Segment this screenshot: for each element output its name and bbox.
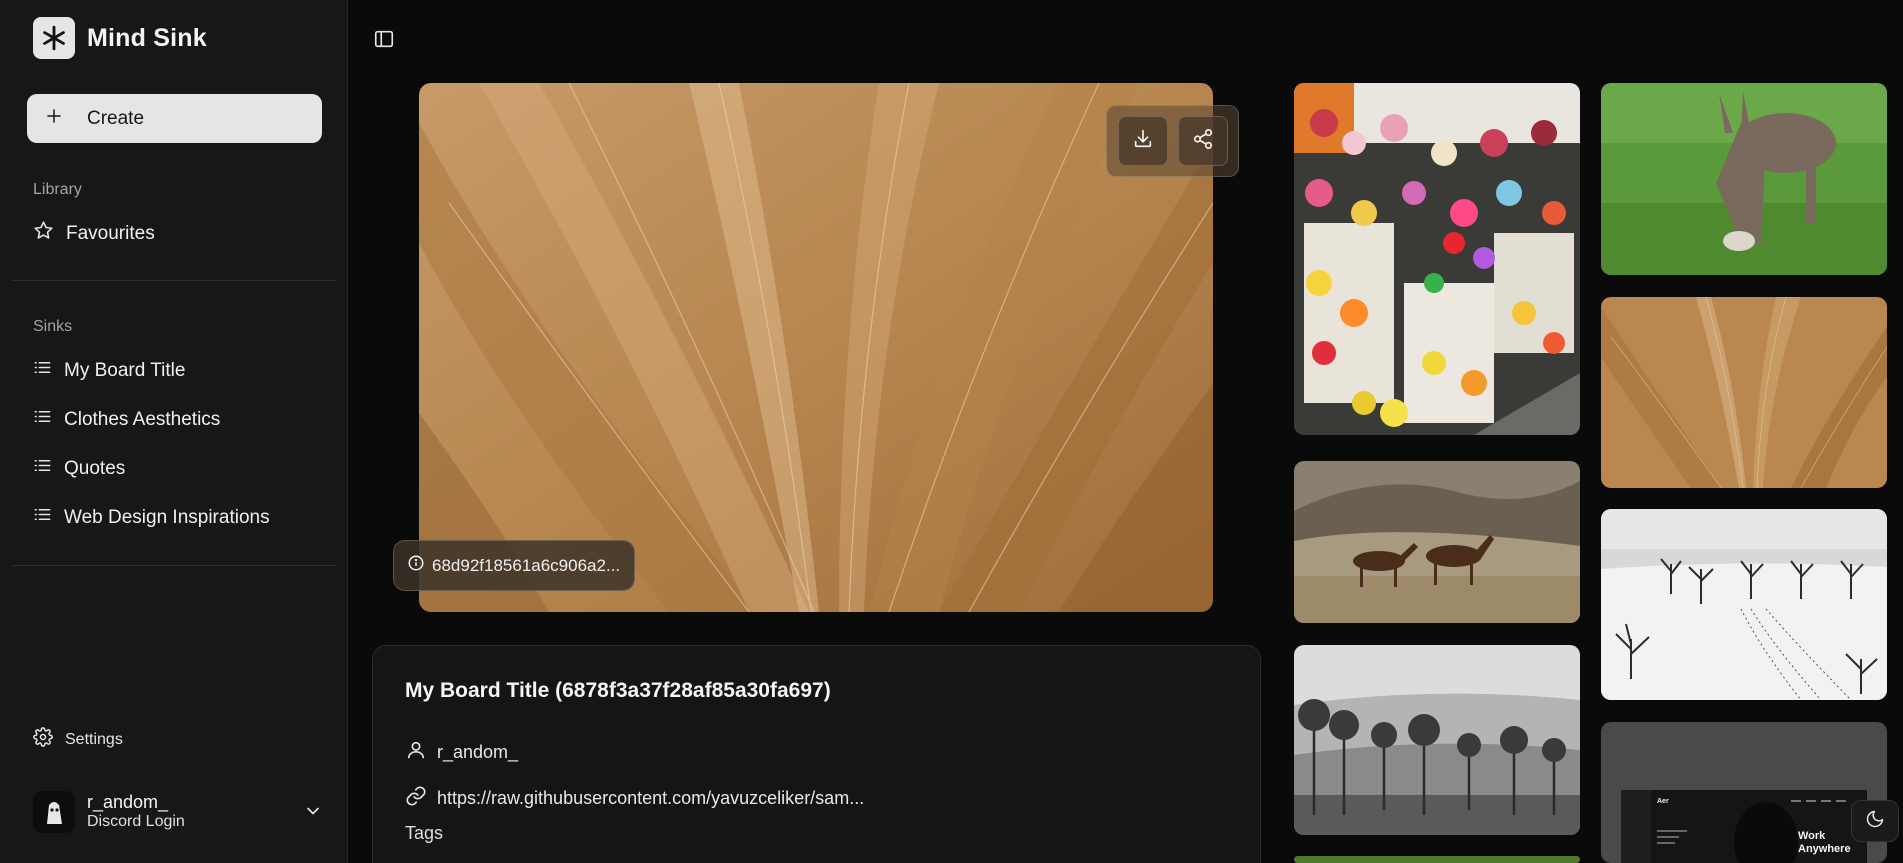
download-button[interactable] [1117,116,1168,166]
create-label: Create [87,107,145,129]
download-icon [1132,128,1154,155]
main-image[interactable] [419,83,1213,612]
gallery-item-misty-forest[interactable] [1294,645,1580,835]
info-icon [407,554,425,577]
gallery-item-flower-market[interactable] [1294,83,1580,435]
sidebar-item-quotes[interactable]: Quotes [33,456,125,481]
list-icon [33,456,52,481]
moon-icon [1865,809,1885,834]
sidebar-item-clothes-aesthetics[interactable]: Clothes Aesthetics [33,407,220,432]
library-section-label: Library [33,181,82,198]
gallery-item-snowy-trees[interactable] [1601,509,1887,700]
mock-site-headline-2: Anywhere [1798,843,1851,855]
gallery-item-horses[interactable] [1294,461,1580,623]
sink-label: My Board Title [64,359,186,381]
user-menu[interactable]: r_andom_ Discord Login [33,787,323,837]
app-name: Mind Sink [87,23,207,52]
image-id: 68d92f18561a6c906a2... [432,555,621,575]
sidebar-item-web-design-inspirations[interactable]: Web Design Inspirations [33,505,270,530]
list-icon [33,407,52,432]
settings-label: Settings [65,730,123,748]
list-icon [33,358,52,383]
favourites-label: Favourites [66,222,155,244]
author-name[interactable]: r_andom_ [437,742,518,763]
link-icon [405,785,427,812]
gallery-item-donkey[interactable] [1601,83,1887,275]
plus-icon [45,107,63,131]
gear-icon [33,727,53,752]
asterisk-logo-icon [33,17,75,59]
star-icon [33,220,54,247]
sinks-section-label: Sinks [33,318,73,335]
source-row: https://raw.githubusercontent.com/yavuzc… [405,785,864,812]
user-login-type: Discord Login [87,813,185,831]
share-icon [1192,128,1214,155]
board-title[interactable]: My Board Title (6878f3a37f28af85a30fa697… [405,679,831,703]
chevron-down-icon[interactable] [303,801,323,826]
sidebar-divider [12,280,337,281]
sink-label: Web Design Inspirations [64,506,270,528]
sidebar-divider [12,565,337,566]
gallery-item-website-mockup[interactable]: Aer Work Anywhere [1601,722,1887,863]
sink-label: Clothes Aesthetics [64,408,221,430]
sidebar-toggle-icon[interactable] [373,28,397,52]
source-url[interactable]: https://raw.githubusercontent.com/yavuzc… [437,788,864,809]
brand[interactable]: Mind Sink [33,17,207,59]
list-icon [33,505,52,530]
image-details-card: My Board Title (6878f3a37f28af85a30fa697… [372,645,1261,863]
share-button[interactable] [1177,116,1228,166]
avatar [33,791,75,833]
sidebar: Mind Sink Create Library Favourites Sink… [0,0,348,863]
theme-toggle-button[interactable] [1851,800,1899,842]
image-action-bar [1106,105,1239,177]
mock-site-headline-1: Work [1798,830,1826,842]
user-icon [405,739,427,766]
user-name: r_andom_ [87,792,169,813]
mock-site-logo: Aer [1657,798,1669,805]
gallery-item-partial[interactable] [1294,856,1580,863]
settings-button[interactable]: Settings [33,727,123,752]
sink-label: Quotes [64,457,126,479]
create-button[interactable]: Create [27,94,322,143]
sidebar-item-favourites[interactable]: Favourites [33,220,155,247]
sidebar-item-my-board-title[interactable]: My Board Title [33,358,185,383]
author-row: r_andom_ [405,739,518,766]
image-id-chip[interactable]: 68d92f18561a6c906a2... [393,540,636,591]
gallery-item-leaves-brown[interactable] [1601,297,1887,488]
tags-label: Tags [405,823,444,843]
